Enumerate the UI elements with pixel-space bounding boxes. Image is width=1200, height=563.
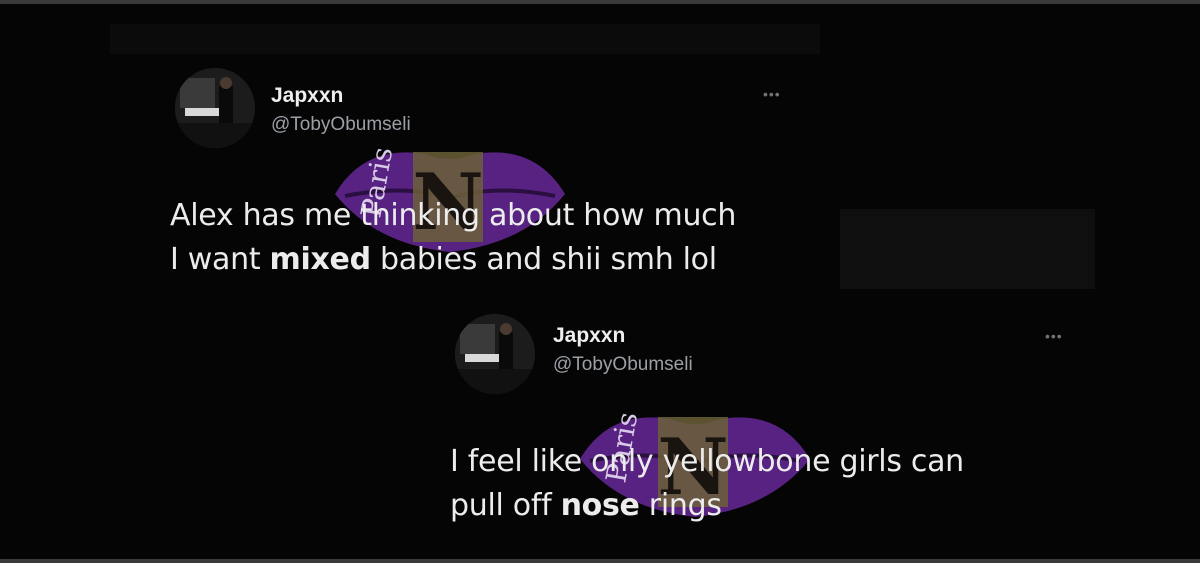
user-handle[interactable]: @TobyObumseli (271, 114, 411, 136)
screenshot-frame: N Paris N Paris Japxxn @TobyObumseli •••… (0, 0, 1200, 563)
tweet-text-line: I feel like only yellowbone girls can (450, 440, 964, 484)
tweet-card[interactable]: Japxxn @TobyObumseli ••• I feel like onl… (0, 304, 1200, 559)
bold-segment: mixed (269, 242, 372, 277)
text-segment: babies and shii smh lol (370, 242, 717, 277)
avatar[interactable] (455, 314, 535, 394)
more-horizontal-icon[interactable]: ••• (763, 86, 781, 102)
more-horizontal-icon[interactable]: ••• (1045, 328, 1063, 344)
tweet-text: I feel like only yellowbone girls can pu… (450, 440, 964, 528)
display-name[interactable]: Japxxn (271, 84, 343, 108)
tweet-text: Alex has me thinking about how much I wa… (170, 194, 736, 282)
tweet-card[interactable]: Japxxn @TobyObumseli ••• Alex has me thi… (0, 4, 1200, 304)
text-segment: I feel like only yellowbone girls can (450, 444, 964, 479)
user-handle[interactable]: @TobyObumseli (553, 354, 693, 376)
tweet-text-line: I want mixed babies and shii smh lol (170, 238, 736, 282)
avatar-photo-icon (175, 68, 255, 148)
display-name[interactable]: Japxxn (553, 324, 625, 348)
tweet-text-line: pull off nose rings (450, 484, 964, 528)
avatar-photo-icon (455, 314, 535, 394)
text-segment: I want (170, 242, 270, 277)
text-segment: pull off (450, 488, 561, 523)
bold-segment: nose (560, 488, 640, 523)
text-segment: Alex has me thinking about how much (170, 198, 737, 233)
avatar[interactable] (175, 68, 255, 148)
text-segment: rings (639, 488, 722, 523)
tweet-text-line: Alex has me thinking about how much (170, 194, 736, 238)
